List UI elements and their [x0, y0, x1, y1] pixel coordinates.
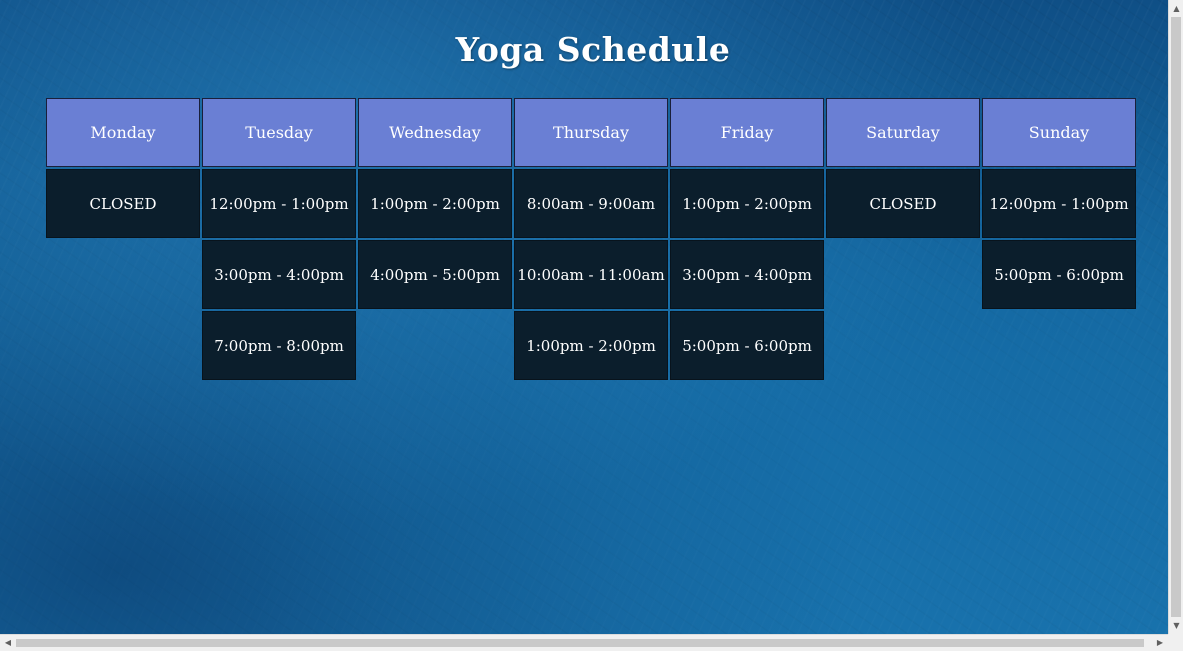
time-slot: 5:00pm - 6:00pm — [670, 311, 824, 380]
scroll-down-icon[interactable]: ▼ — [1169, 617, 1183, 634]
day-column-wednesday: Wednesday 1:00pm - 2:00pm 4:00pm - 5:00pm — [358, 98, 512, 382]
day-header: Tuesday — [202, 98, 356, 167]
day-header: Monday — [46, 98, 200, 167]
page-viewport: Yoga Schedule Monday CLOSED Tuesday 12:00pm… — [0, 0, 1168, 634]
day-column-friday: Friday 1:00pm - 2:00pm 3:00pm - 4:00pm 5:00… — [670, 98, 824, 382]
time-slot: 7:00pm - 8:00pm — [202, 311, 356, 380]
scroll-up-icon[interactable]: ▲ — [1169, 0, 1183, 17]
vertical-scroll-thumb[interactable] — [1171, 17, 1181, 617]
vertical-scrollbar[interactable]: ▲ ▼ — [1168, 0, 1183, 634]
time-slot: 4:00pm - 5:00pm — [358, 240, 512, 309]
time-slot: 12:00pm - 1:00pm — [202, 169, 356, 238]
time-slot: 3:00pm - 4:00pm — [670, 240, 824, 309]
time-slot: 3:00pm - 4:00pm — [202, 240, 356, 309]
day-column-sunday: Sunday 12:00pm - 1:00pm 5:00pm - 6:00pm — [982, 98, 1136, 382]
day-header: Sunday — [982, 98, 1136, 167]
scroll-right-icon[interactable]: ▶ — [1152, 635, 1168, 651]
day-column-tuesday: Tuesday 12:00pm - 1:00pm 3:00pm - 4:00pm 7:… — [202, 98, 356, 382]
day-column-monday: Monday CLOSED — [46, 98, 200, 382]
horizontal-scrollbar[interactable]: ◀ ▶ — [0, 634, 1168, 651]
time-slot: CLOSED — [46, 169, 200, 238]
horizontal-scroll-thumb[interactable] — [16, 639, 1144, 647]
day-column-saturday: Saturday CLOSED — [826, 98, 980, 382]
time-slot: CLOSED — [826, 169, 980, 238]
scrollbar-corner — [1168, 634, 1183, 651]
page-title: Yoga Schedule — [455, 30, 731, 69]
time-slot: 1:00pm - 2:00pm — [670, 169, 824, 238]
day-header: Saturday — [826, 98, 980, 167]
day-header: Thursday — [514, 98, 668, 167]
time-slot: 12:00pm - 1:00pm — [982, 169, 1136, 238]
time-slot: 10:00am - 11:00am — [514, 240, 668, 309]
day-column-thursday: Thursday 8:00am - 9:00am 10:00am - 11:00am… — [514, 98, 668, 382]
day-header: Friday — [670, 98, 824, 167]
day-header: Wednesday — [358, 98, 512, 167]
schedule-grid: Monday CLOSED Tuesday 12:00pm - 1:00pm 3:00p… — [46, 98, 1136, 382]
time-slot: 1:00pm - 2:00pm — [514, 311, 668, 380]
scroll-left-icon[interactable]: ◀ — [0, 635, 16, 651]
time-slot: 8:00am - 9:00am — [514, 169, 668, 238]
time-slot: 1:00pm - 2:00pm — [358, 169, 512, 238]
time-slot: 5:00pm - 6:00pm — [982, 240, 1136, 309]
